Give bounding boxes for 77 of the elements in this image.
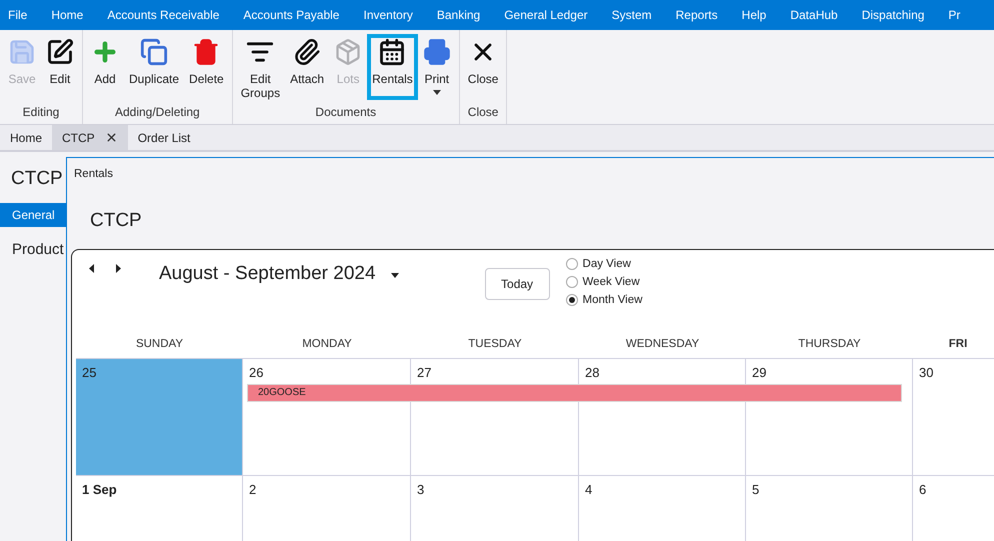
ribbon-button[interactable]: Add: [86, 34, 124, 90]
menu-item[interactable]: Dispatching: [862, 8, 924, 22]
ribbon-button[interactable]: Duplicate: [124, 34, 184, 90]
document-tab[interactable]: Home: [0, 125, 52, 150]
previous-icon[interactable]: [89, 264, 94, 273]
printer-icon: [422, 38, 451, 66]
rental-event-bar[interactable]: 20GOOSE: [247, 384, 411, 402]
side-nav-item[interactable]: Product: [0, 227, 66, 272]
day-number: 6: [919, 482, 926, 497]
menu-item[interactable]: Banking: [436, 8, 480, 22]
day-number: 27: [417, 365, 432, 380]
menu-item[interactable]: Accounts Payable: [243, 8, 340, 22]
weekday-header: FRI: [948, 337, 968, 352]
date-range-title: August - September 2024: [159, 263, 376, 285]
ribbon-button[interactable]: Attach: [285, 34, 330, 90]
menu-item[interactable]: General Ledger: [504, 8, 588, 22]
side-nav-item[interactable]: General: [0, 203, 66, 227]
view-radio[interactable]: Day View: [566, 258, 642, 270]
document-tab[interactable]: Order List: [128, 125, 200, 150]
day-number: 26: [249, 365, 264, 380]
group-label: Adding/Deleting: [114, 104, 201, 121]
box-icon: [334, 38, 362, 66]
day-number: 2: [249, 482, 256, 497]
today-button[interactable]: Today: [484, 268, 550, 300]
day-number: 3: [417, 482, 424, 497]
close-icon[interactable]: [104, 131, 118, 144]
day-number: 25: [82, 365, 96, 380]
view-radio[interactable]: Month View: [566, 294, 642, 306]
edit-icon: [46, 38, 74, 66]
day-number: 4: [585, 482, 592, 497]
group-label: Documents: [314, 104, 378, 121]
menu-item[interactable]: System: [612, 8, 652, 22]
menu-item[interactable]: Accounts Receivable: [107, 8, 220, 22]
menu-item[interactable]: Help: [742, 8, 766, 22]
weekday-header: TUESDAY: [467, 337, 523, 352]
view-radio[interactable]: Week View: [566, 276, 642, 288]
day-number: 1 Sep: [82, 482, 117, 497]
menu-item[interactable]: Inventory: [363, 8, 413, 22]
day-number: 5: [752, 482, 760, 497]
menu-item[interactable]: DataHub: [790, 8, 838, 22]
next-icon[interactable]: [116, 264, 121, 273]
dialog-title: Rentals: [73, 167, 114, 182]
ribbon-button[interactable]: Rentals: [367, 34, 418, 100]
weekday-header: SUNDAY: [134, 337, 184, 352]
day-cell[interactable]: 28: [579, 359, 746, 475]
ribbon-button[interactable]: Edit: [41, 34, 79, 90]
duplicate-icon: [140, 38, 168, 66]
day-number: 29: [752, 365, 766, 380]
document-tab[interactable]: CTCP: [52, 125, 128, 150]
ribbon-button[interactable]: Print: [418, 34, 456, 99]
weekday-header: MONDAY: [301, 337, 353, 352]
day-cell[interactable]: 25: [76, 359, 243, 475]
menu-item[interactable]: File: [8, 8, 28, 22]
radio-icon[interactable]: [566, 294, 578, 306]
day-cell[interactable]: 29: [746, 359, 913, 475]
ribbon-button[interactable]: Close: [462, 34, 504, 90]
trash-icon: [192, 38, 220, 66]
day-cell[interactable]: 27: [411, 359, 579, 475]
menu-item[interactable]: Home: [51, 8, 84, 22]
record-title: CTCP: [10, 167, 63, 191]
weekday-header: WEDNESDAY: [624, 337, 700, 352]
ribbon-button[interactable]: Delete: [184, 34, 229, 90]
weekday-header: THURSDAY: [797, 337, 862, 352]
save-icon: [8, 38, 36, 66]
group-label: Close: [466, 104, 500, 121]
calendar-icon: [378, 38, 406, 66]
radio-icon[interactable]: [566, 276, 578, 288]
menu-item[interactable]: Pr: [948, 8, 960, 22]
radio-icon[interactable]: [566, 258, 578, 270]
caret-icon[interactable]: [390, 273, 399, 278]
paperclip-icon: [293, 38, 322, 66]
ribbon-button[interactable]: Edit Groups: [236, 34, 286, 104]
group-label: Editing: [22, 104, 60, 121]
event-title: 20GOOSE: [258, 387, 306, 398]
day-number: 28: [585, 365, 600, 380]
day-number: 30: [919, 365, 934, 380]
menu-item[interactable]: Reports: [676, 8, 718, 22]
